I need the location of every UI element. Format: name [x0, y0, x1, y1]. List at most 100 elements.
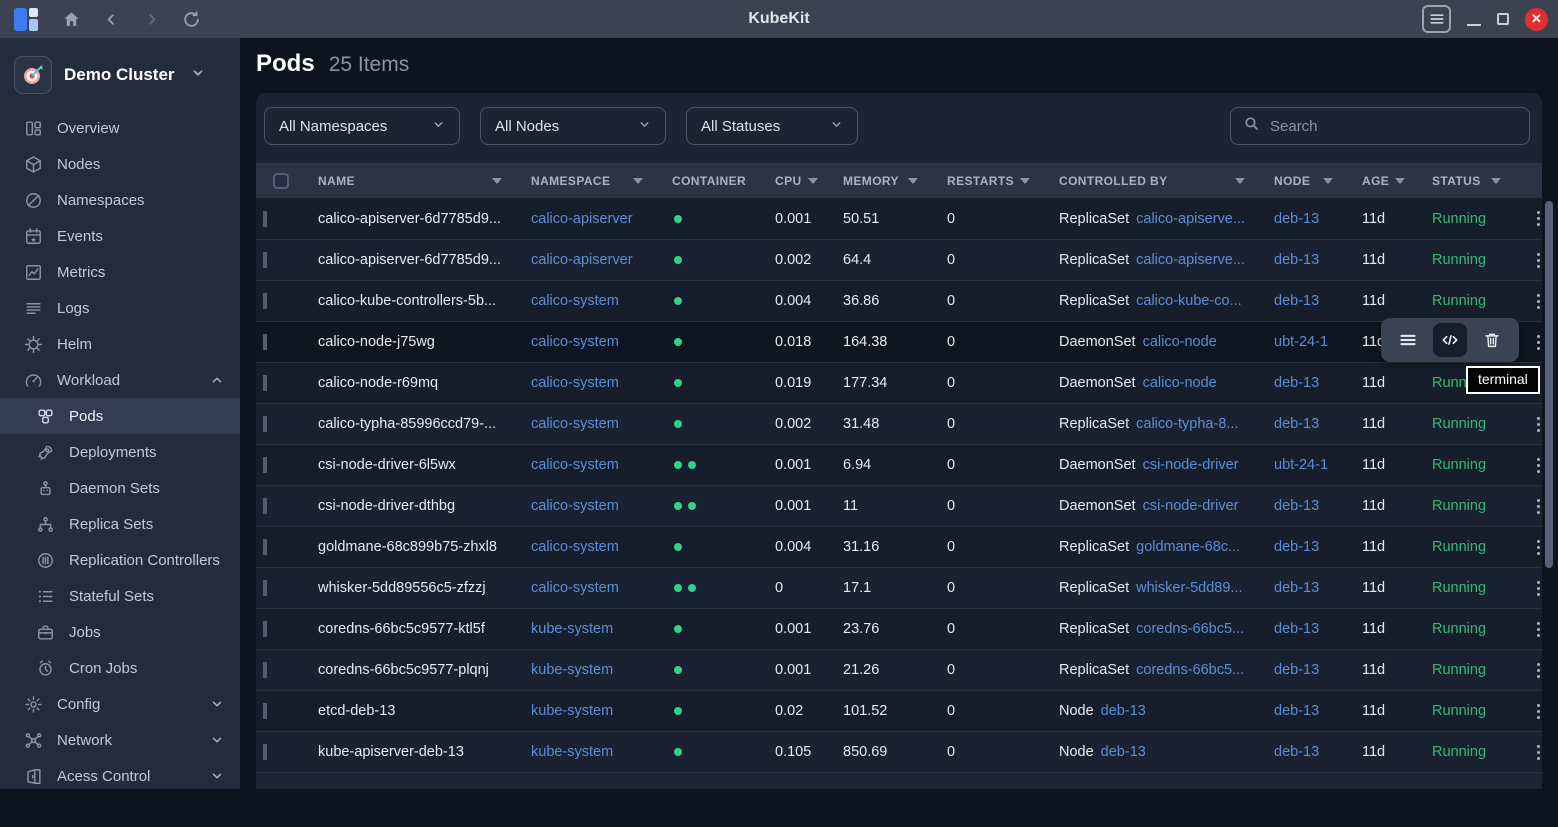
- sidebar-item-nodes[interactable]: Nodes: [0, 146, 240, 182]
- table-row[interactable]: etcd-deb-13 kube-system 0.02 101.52 0 No…: [256, 690, 1542, 731]
- column-header-status[interactable]: STATUS: [1418, 174, 1516, 188]
- row-checkbox[interactable]: [263, 744, 267, 760]
- row-menu-button[interactable]: [1516, 211, 1542, 226]
- search-box[interactable]: [1230, 107, 1530, 145]
- row-checkbox[interactable]: [263, 457, 267, 473]
- row-menu-button[interactable]: [1516, 704, 1542, 719]
- sidebar-item-metrics[interactable]: Metrics: [0, 254, 240, 290]
- node-link[interactable]: deb-13: [1260, 703, 1348, 719]
- sort-arrow-icon[interactable]: [1491, 178, 1501, 184]
- controller-link[interactable]: coredns-66bc5...: [1136, 662, 1244, 678]
- controller-link[interactable]: calico-apiserve...: [1136, 252, 1245, 268]
- sort-arrow-icon[interactable]: [492, 178, 502, 184]
- node-link[interactable]: deb-13: [1260, 293, 1348, 309]
- namespace-link[interactable]: calico-system: [517, 375, 658, 391]
- table-row[interactable]: kube-apiserver-deb-13 kube-system 0.105 …: [256, 731, 1542, 772]
- controller-link[interactable]: calico-node: [1143, 375, 1217, 391]
- close-button[interactable]: ✕: [1525, 8, 1548, 31]
- table-row[interactable]: csi-node-driver-6l5wx calico-system 0.00…: [256, 444, 1542, 485]
- controller-link[interactable]: coredns-66bc5...: [1136, 621, 1244, 637]
- select-all-checkbox[interactable]: [273, 173, 289, 189]
- controller-link[interactable]: whisker-5dd89...: [1136, 580, 1242, 596]
- sidebar-item-replication-controllers[interactable]: Replication Controllers: [0, 542, 240, 578]
- sort-arrow-icon[interactable]: [1020, 178, 1030, 184]
- reload-icon[interactable]: [178, 6, 204, 32]
- namespace-link[interactable]: calico-system: [517, 539, 658, 555]
- sidebar-item-helm[interactable]: Helm: [0, 326, 240, 362]
- table-row[interactable]: calico-apiserver-6d7785d9... calico-apis…: [256, 198, 1542, 239]
- row-menu-button[interactable]: [1516, 335, 1542, 350]
- controller-link[interactable]: calico-apiserve...: [1136, 211, 1245, 227]
- namespace-link[interactable]: calico-apiserver: [517, 252, 658, 268]
- node-link[interactable]: deb-13: [1260, 416, 1348, 432]
- row-menu-button[interactable]: [1516, 253, 1542, 268]
- row-checkbox[interactable]: [263, 703, 267, 719]
- node-link[interactable]: ubt-24-1: [1260, 334, 1348, 350]
- row-checkbox[interactable]: [263, 334, 267, 350]
- table-row[interactable]: calico-kube-controllers-5b... calico-sys…: [256, 280, 1542, 321]
- cluster-switcher[interactable]: Demo Cluster: [0, 38, 240, 108]
- sidebar-item-replica-sets[interactable]: Replica Sets: [0, 506, 240, 542]
- row-menu-button[interactable]: [1516, 540, 1542, 555]
- sidebar-item-events[interactable]: Events: [0, 218, 240, 254]
- back-icon[interactable]: [98, 6, 124, 32]
- sidebar-item-namespaces[interactable]: Namespaces: [0, 182, 240, 218]
- controller-link[interactable]: deb-13: [1101, 703, 1146, 719]
- sort-arrow-icon[interactable]: [633, 178, 643, 184]
- sidebar-item-logs[interactable]: Logs: [0, 290, 240, 326]
- column-header-restarts[interactable]: RESTARTS: [933, 174, 1045, 188]
- namespace-link[interactable]: kube-system: [517, 744, 658, 760]
- controller-link[interactable]: deb-13: [1101, 744, 1146, 760]
- sidebar-item-workload[interactable]: Workload: [0, 362, 240, 398]
- controller-link[interactable]: csi-node-driver: [1143, 457, 1239, 473]
- home-icon[interactable]: [58, 6, 84, 32]
- node-link[interactable]: deb-13: [1260, 580, 1348, 596]
- table-row[interactable]: calico-typha-85996ccd79-... calico-syste…: [256, 403, 1542, 444]
- table-row[interactable]: whisker-5dd89556c5-zfzzj calico-system 0…: [256, 567, 1542, 608]
- row-menu-button[interactable]: [1516, 581, 1542, 596]
- status-filter-select[interactable]: All Statuses: [686, 107, 858, 145]
- namespace-link[interactable]: calico-system: [517, 416, 658, 432]
- row-checkbox[interactable]: [263, 621, 267, 637]
- namespace-link[interactable]: calico-system: [517, 293, 658, 309]
- controller-link[interactable]: goldmane-68c...: [1136, 539, 1240, 555]
- logs-icon[interactable]: [1391, 323, 1425, 357]
- sidebar-item-config[interactable]: Config: [0, 686, 240, 722]
- namespace-link[interactable]: kube-system: [517, 662, 658, 678]
- row-checkbox[interactable]: [263, 416, 267, 432]
- sort-arrow-icon[interactable]: [1323, 178, 1333, 184]
- scrollbar-thumb[interactable]: [1545, 201, 1553, 568]
- delete-icon[interactable]: [1475, 323, 1509, 357]
- row-checkbox[interactable]: [263, 293, 267, 309]
- node-link[interactable]: deb-13: [1260, 375, 1348, 391]
- namespace-link[interactable]: calico-system: [517, 457, 658, 473]
- sidebar-item-overview[interactable]: Overview: [0, 110, 240, 146]
- table-row[interactable]: csi-node-driver-dthbg calico-system 0.00…: [256, 485, 1542, 526]
- sort-arrow-icon[interactable]: [1235, 178, 1245, 184]
- sort-arrow-icon[interactable]: [908, 178, 918, 184]
- row-checkbox[interactable]: [263, 539, 267, 555]
- column-header-node[interactable]: NODE: [1260, 174, 1348, 188]
- controller-link[interactable]: calico-kube-co...: [1136, 293, 1242, 309]
- controller-link[interactable]: calico-typha-8...: [1136, 416, 1238, 432]
- table-row[interactable]: coredns-66bc5c9577-ktl5f kube-system 0.0…: [256, 608, 1542, 649]
- row-menu-button[interactable]: [1516, 745, 1542, 760]
- search-input[interactable]: [1270, 118, 1517, 135]
- row-menu-button[interactable]: [1516, 663, 1542, 678]
- node-link[interactable]: deb-13: [1260, 621, 1348, 637]
- node-link[interactable]: ubt-24-1: [1260, 457, 1348, 473]
- column-header-name[interactable]: NAME: [304, 174, 517, 188]
- namespace-link[interactable]: kube-system: [517, 621, 658, 637]
- column-header-cpu[interactable]: CPU: [761, 174, 829, 188]
- maximize-button[interactable]: [1497, 13, 1509, 25]
- node-link[interactable]: deb-13: [1260, 744, 1348, 760]
- sidebar-item-pods[interactable]: Pods: [0, 398, 240, 434]
- table-row[interactable]: calico-apiserver-6d7785d9... calico-apis…: [256, 239, 1542, 280]
- row-menu-button[interactable]: [1516, 622, 1542, 637]
- table-row[interactable]: coredns-66bc5c9577-plqnj kube-system 0.0…: [256, 649, 1542, 690]
- row-checkbox[interactable]: [263, 375, 267, 391]
- sidebar-item-daemon-sets[interactable]: Daemon Sets: [0, 470, 240, 506]
- controller-link[interactable]: calico-node: [1143, 334, 1217, 350]
- table-row[interactable]: goldmane-68c899b75-zhxl8 calico-system 0…: [256, 526, 1542, 567]
- column-header-age[interactable]: AGE: [1348, 174, 1418, 188]
